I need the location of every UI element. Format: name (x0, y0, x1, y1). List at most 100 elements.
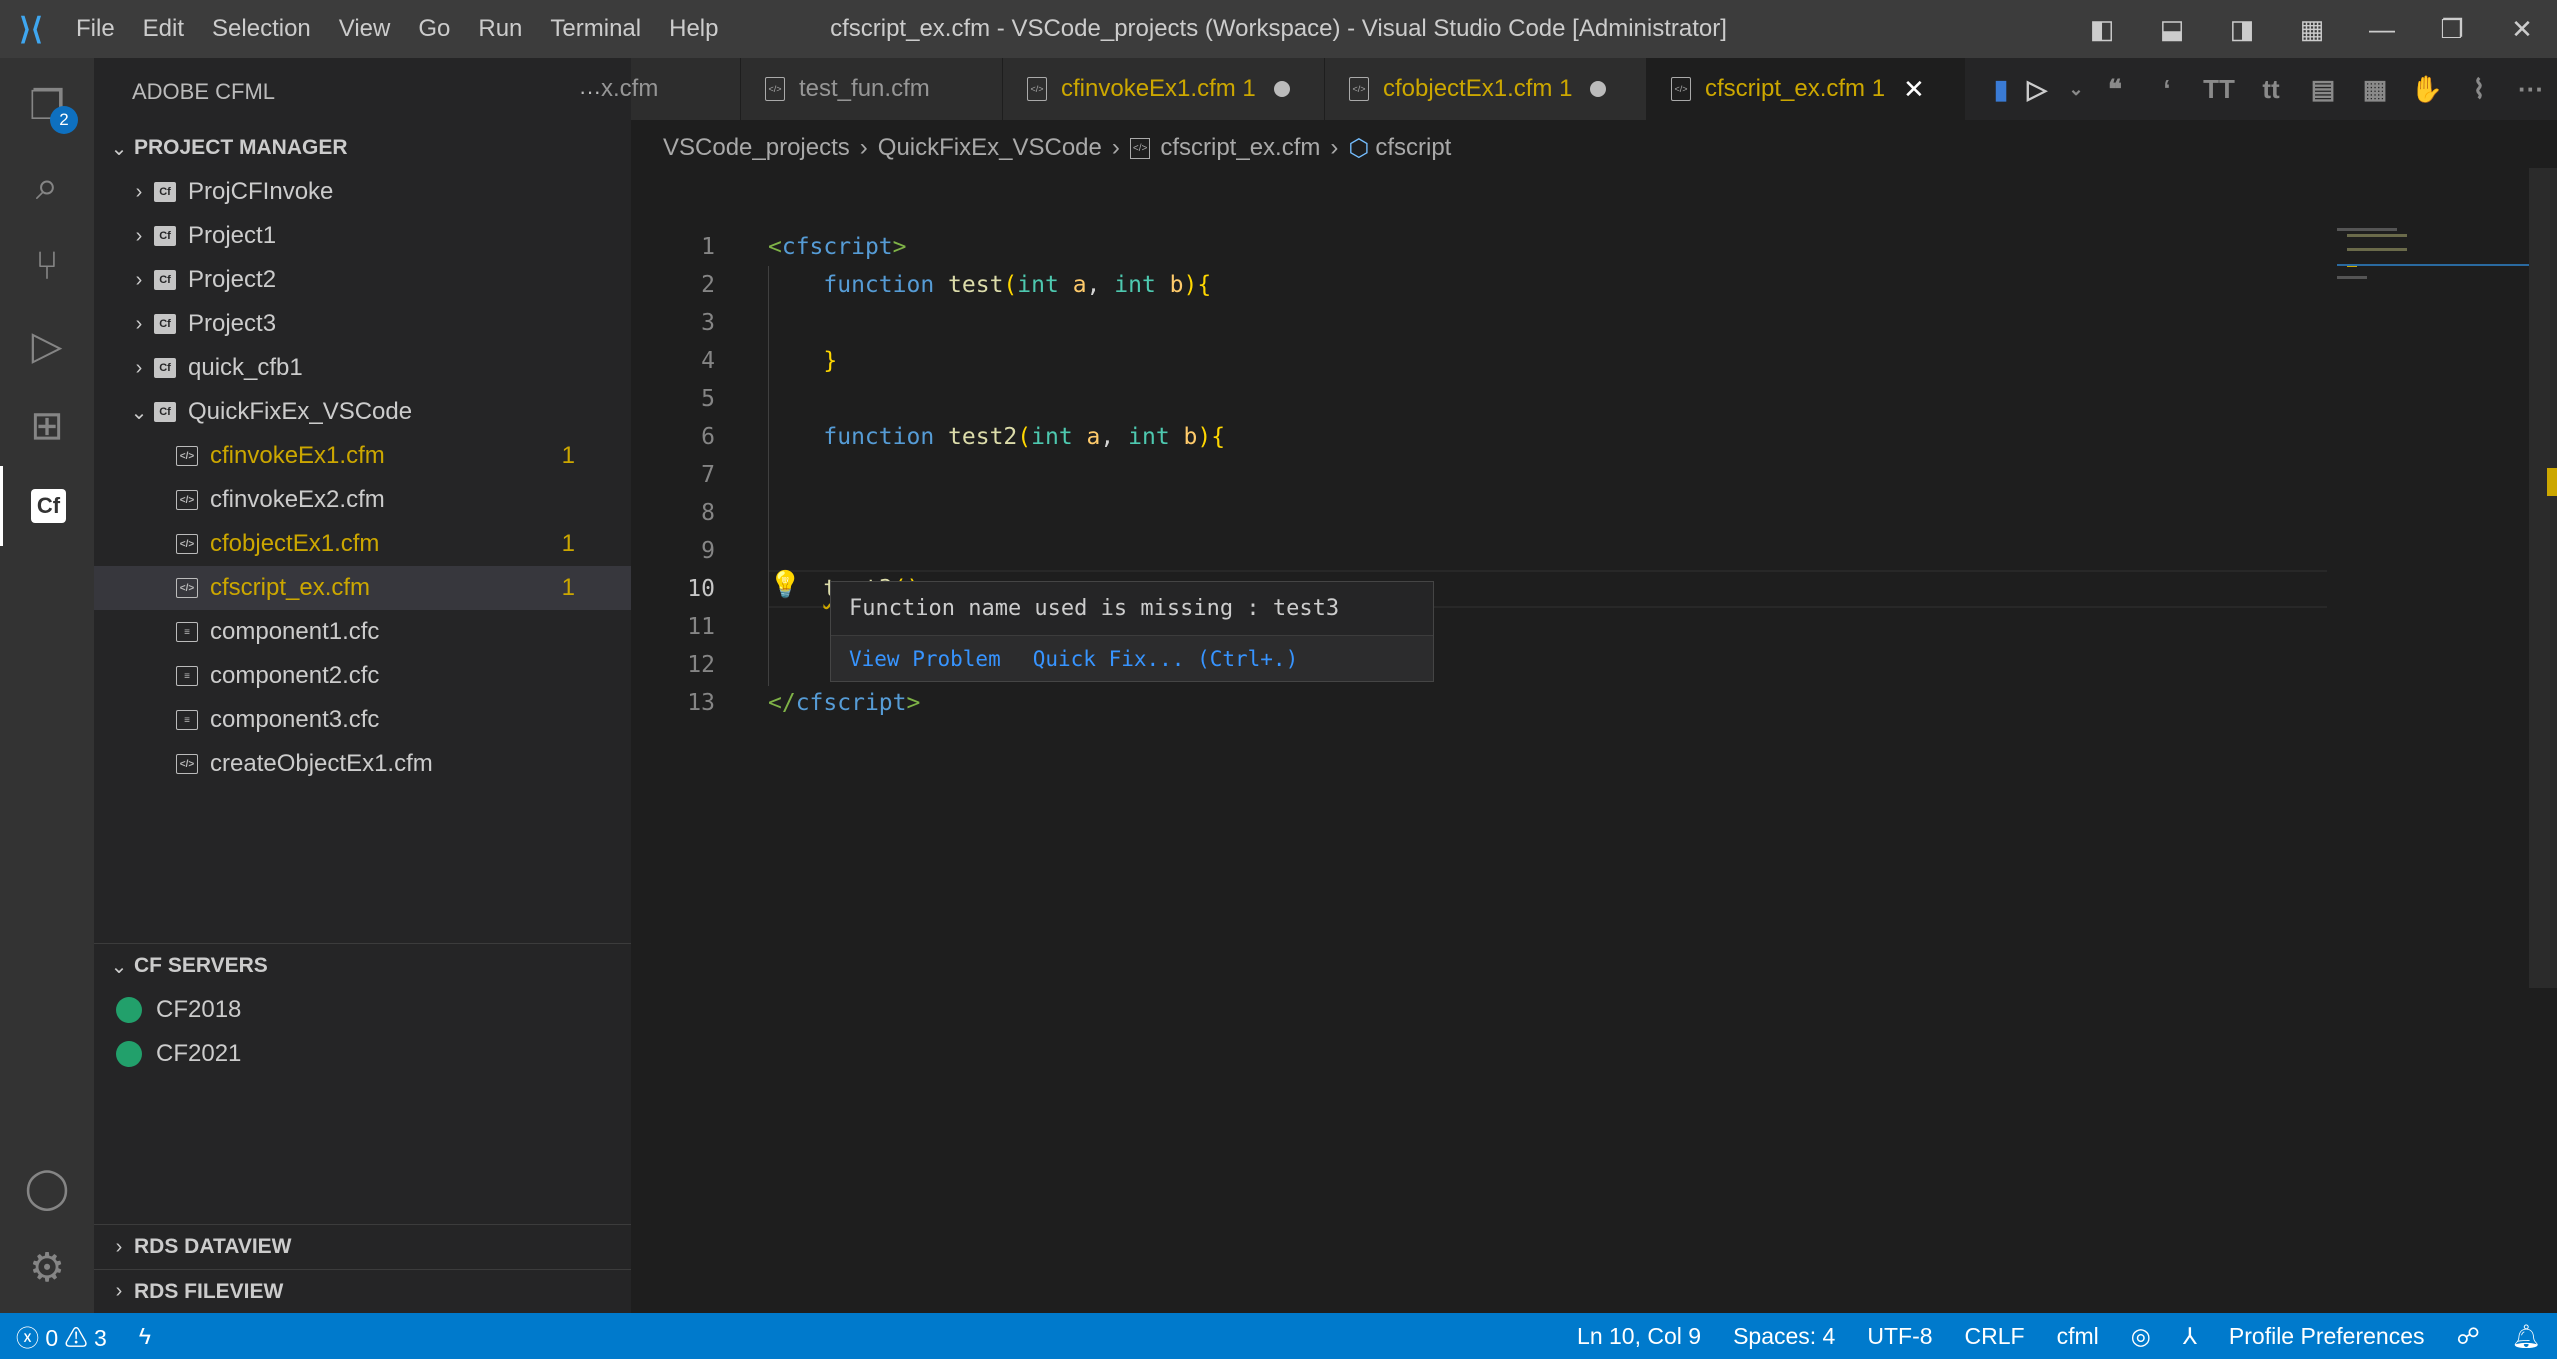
run-debug-icon[interactable]: ▷ (0, 306, 94, 386)
minimap[interactable] (2337, 176, 2557, 1076)
code-line: </cfscript> (768, 690, 921, 716)
more-actions-icon[interactable]: ··· (2505, 74, 2557, 105)
customize-layout-icon[interactable]: ▦ (2277, 14, 2347, 45)
tab-cfinvokeex1[interactable]: </> cfinvokeEx1.cfm 1 (1003, 58, 1325, 120)
toggle-panel-icon[interactable]: ⬓ (2137, 14, 2207, 45)
line-number: 1 (701, 234, 715, 260)
script-scroll-icon[interactable]: ⌇ (2453, 74, 2505, 105)
run-icon[interactable]: ▷ (2011, 74, 2063, 105)
run-dropdown-chevron-icon[interactable]: ⌄ (2063, 79, 2089, 100)
explorer-icon[interactable]: ❐ 2 (0, 66, 94, 146)
file-item[interactable]: ≡ component1.cfc (94, 610, 631, 654)
menu-file[interactable]: File (62, 15, 129, 43)
unsaved-dot-icon[interactable] (1273, 81, 1290, 97)
tab-test-fun[interactable]: </> test_fun.cfm (741, 58, 1003, 120)
adobe-cfml-icon[interactable]: Cf (0, 466, 94, 546)
project-item[interactable]: › Cf quick_cfb1 (94, 346, 631, 390)
tab-cfscript-ex[interactable]: </> cfscript_ex.cfm 1 ✕ (1647, 58, 1965, 120)
vertical-scrollbar[interactable] (2529, 168, 2557, 988)
project-item[interactable]: ⌄ Cf QuickFixEx_VSCode (94, 390, 631, 434)
close-window-button[interactable]: ✕ (2487, 14, 2557, 45)
menu-run[interactable]: Run (464, 15, 536, 43)
profile-preferences[interactable]: Profile Preferences (2213, 1323, 2441, 1350)
settings-gear-icon[interactable]: ⚙ (0, 1228, 94, 1308)
file-item[interactable]: </> createObjectEx1.cfm (94, 742, 631, 786)
cf-servers-header[interactable]: ⌄ CF SERVERS (94, 944, 631, 988)
toggle-secondary-sidebar-icon[interactable]: ◨ (2207, 14, 2277, 45)
menu-edit[interactable]: Edit (129, 15, 198, 43)
double-quote-icon[interactable]: ❝ (2089, 74, 2141, 105)
server-status-icon (116, 1041, 142, 1067)
indent-guide (768, 266, 769, 686)
source-control-icon[interactable]: ⑂ (0, 226, 94, 306)
uppercase-icon[interactable]: TT (2193, 74, 2245, 105)
cf-doc-icon[interactable]: ▮ (1991, 74, 2011, 105)
quick-fix-link[interactable]: Quick Fix... (Ctrl+.) (1033, 647, 1299, 671)
file-item[interactable]: ≡employee.cfc (94, 786, 631, 796)
server-cf2018[interactable]: CF2018 (94, 988, 631, 1032)
menu-view[interactable]: View (325, 15, 405, 43)
tab-partial[interactable]: x.cfm (601, 58, 741, 120)
rds-dataview-header[interactable]: › RDS DATAVIEW (94, 1225, 631, 1269)
breadcrumb-item[interactable]: cfscript_ex.cfm (1160, 134, 1320, 162)
file-item[interactable]: ≡ component2.cfc (94, 654, 631, 698)
dump-screen-icon[interactable]: ▤ (2297, 74, 2349, 105)
problems-indicator[interactable]: ⓧ 0 ⚠ 3 (0, 1319, 123, 1353)
table-import-icon[interactable]: ▦ (2349, 74, 2401, 105)
breadcrumb-item[interactable]: VSCode_projects (663, 134, 850, 162)
file-lines-icon: ≡ (176, 710, 198, 730)
project-item[interactable]: › Cf Project1 (94, 214, 631, 258)
project-item[interactable]: › Cf ProjCFInvoke (94, 170, 631, 214)
single-quote-icon[interactable]: ‘ (2141, 74, 2193, 105)
rds-fileview-header[interactable]: › RDS FILEVIEW (94, 1269, 631, 1313)
lightning-icon[interactable]: ϟ (123, 1323, 167, 1350)
menu-terminal[interactable]: Terminal (536, 15, 655, 43)
feedback-icon[interactable]: ☍ (2441, 1323, 2496, 1350)
toggle-sidebar-icon[interactable]: ◧ (2067, 14, 2137, 45)
encoding[interactable]: UTF-8 (1851, 1323, 1948, 1350)
file-item[interactable]: ≡ component3.cfc (94, 698, 631, 742)
file-item[interactable]: </> cfinvokeEx2.cfm (94, 478, 631, 522)
problem-count: 1 (561, 442, 575, 469)
file-item[interactable]: </> cfinvokeEx1.cfm 1 (94, 434, 631, 478)
notifications-bell-icon[interactable]: 🔔︎ (2496, 1323, 2557, 1350)
minimize-button[interactable]: — (2347, 14, 2417, 45)
file-label: cfobjectEx1.cfm (210, 530, 380, 557)
project-label: ProjCFInvoke (188, 178, 334, 205)
project-item[interactable]: › Cf Project3 (94, 302, 631, 346)
language-mode[interactable]: cfml (2041, 1323, 2115, 1350)
file-code-icon: </> (176, 490, 198, 510)
end-of-line[interactable]: CRLF (1949, 1323, 2041, 1350)
view-problem-link[interactable]: View Problem (849, 647, 1001, 671)
indentation[interactable]: Spaces: 4 (1717, 1323, 1851, 1350)
lowercase-icon[interactable]: tt (2245, 74, 2297, 105)
chevron-right-icon: › (115, 1280, 123, 1302)
menu-help[interactable]: Help (655, 15, 732, 43)
tab-cfobjectex1[interactable]: </> cfobjectEx1.cfm 1 (1325, 58, 1647, 120)
server-label: CF2018 (156, 996, 242, 1023)
tree-icon[interactable]: ⅄ (2167, 1323, 2213, 1350)
menu-selection[interactable]: Selection (198, 15, 325, 43)
more-actions-icon[interactable]: ··· (579, 79, 601, 105)
breadcrumb-item[interactable]: QuickFixEx_VSCode (878, 134, 1102, 162)
file-item[interactable]: </> cfobjectEx1.cfm 1 (94, 522, 631, 566)
chevron-down-icon: ⌄ (130, 401, 148, 424)
menu-go[interactable]: Go (404, 15, 464, 43)
project-item[interactable]: › Cf Project2 (94, 258, 631, 302)
search-icon[interactable]: ⌕ (0, 146, 94, 226)
close-tab-icon[interactable]: ✕ (1903, 74, 1925, 105)
project-manager-header[interactable]: ⌄ PROJECT MANAGER (94, 126, 631, 170)
target-icon[interactable]: ◎ (2115, 1323, 2167, 1350)
extensions-icon[interactable]: ⊞ (0, 386, 94, 466)
unsaved-dot-icon[interactable] (1590, 81, 1607, 97)
restore-button[interactable]: ❐ (2417, 14, 2487, 45)
section-label: RDS FILEVIEW (134, 1279, 284, 1303)
breadcrumb-item[interactable]: cfscript (1375, 134, 1451, 162)
cursor-position[interactable]: Ln 10, Col 9 (1561, 1323, 1717, 1350)
file-item[interactable]: </> cfscript_ex.cfm 1 (94, 566, 631, 610)
file-code-icon: </> (1671, 77, 1691, 101)
accounts-icon[interactable]: ◯ (0, 1148, 94, 1228)
hand-stop-icon[interactable]: ✋ (2401, 74, 2453, 105)
server-cf2021[interactable]: CF2021 (94, 1032, 631, 1076)
tab-label: x.cfm (601, 75, 659, 102)
